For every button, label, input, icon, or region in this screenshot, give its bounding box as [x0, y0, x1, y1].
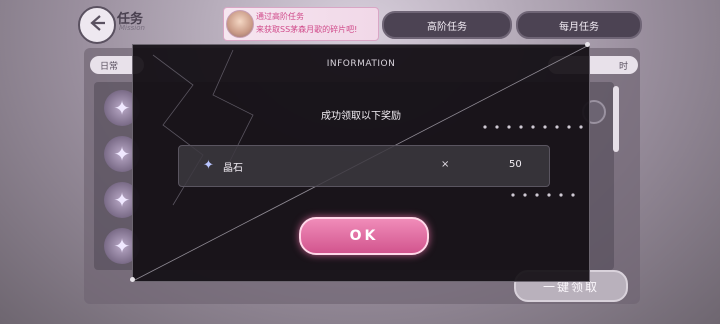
notice-line-2: 来获取SS茅森月歌的碎片吧!	[256, 25, 358, 34]
times-sign: ×	[441, 159, 450, 170]
reward-name: 晶石	[223, 163, 243, 174]
page-subtitle: Mission	[119, 24, 145, 32]
dialog-message: 成功领取以下奖励	[321, 111, 401, 122]
reward-quantity: 50	[509, 159, 522, 170]
back-button[interactable]	[78, 6, 116, 44]
corner-dot	[585, 42, 590, 47]
corner-dot	[130, 277, 135, 282]
tab-advanced-missions[interactable]: 高阶任务	[382, 11, 512, 39]
mission-notice[interactable]: 通过高阶任务 来获取SS茅森月歌的碎片吧!	[223, 7, 379, 41]
back-arrow-icon	[87, 13, 107, 37]
reward-item: ✦ 晶石 × 50	[178, 145, 550, 187]
notice-line-1: 通过高阶任务	[256, 12, 304, 21]
reward-dialog: INFORMATION 成功领取以下奖励 ✦ 晶石 × 50 OK	[130, 42, 590, 282]
top-bar: 任务 Mission 通过高阶任务 来获取SS茅森月歌的碎片吧! 高阶任务 每月…	[0, 0, 720, 44]
ok-button[interactable]: OK	[299, 217, 429, 255]
avatar	[226, 10, 254, 38]
crystal-icon: ✦	[203, 158, 214, 173]
scrollbar[interactable]	[613, 86, 619, 152]
dialog-title: INFORMATION	[326, 59, 396, 69]
tab-monthly-missions[interactable]: 每月任务	[516, 11, 642, 39]
